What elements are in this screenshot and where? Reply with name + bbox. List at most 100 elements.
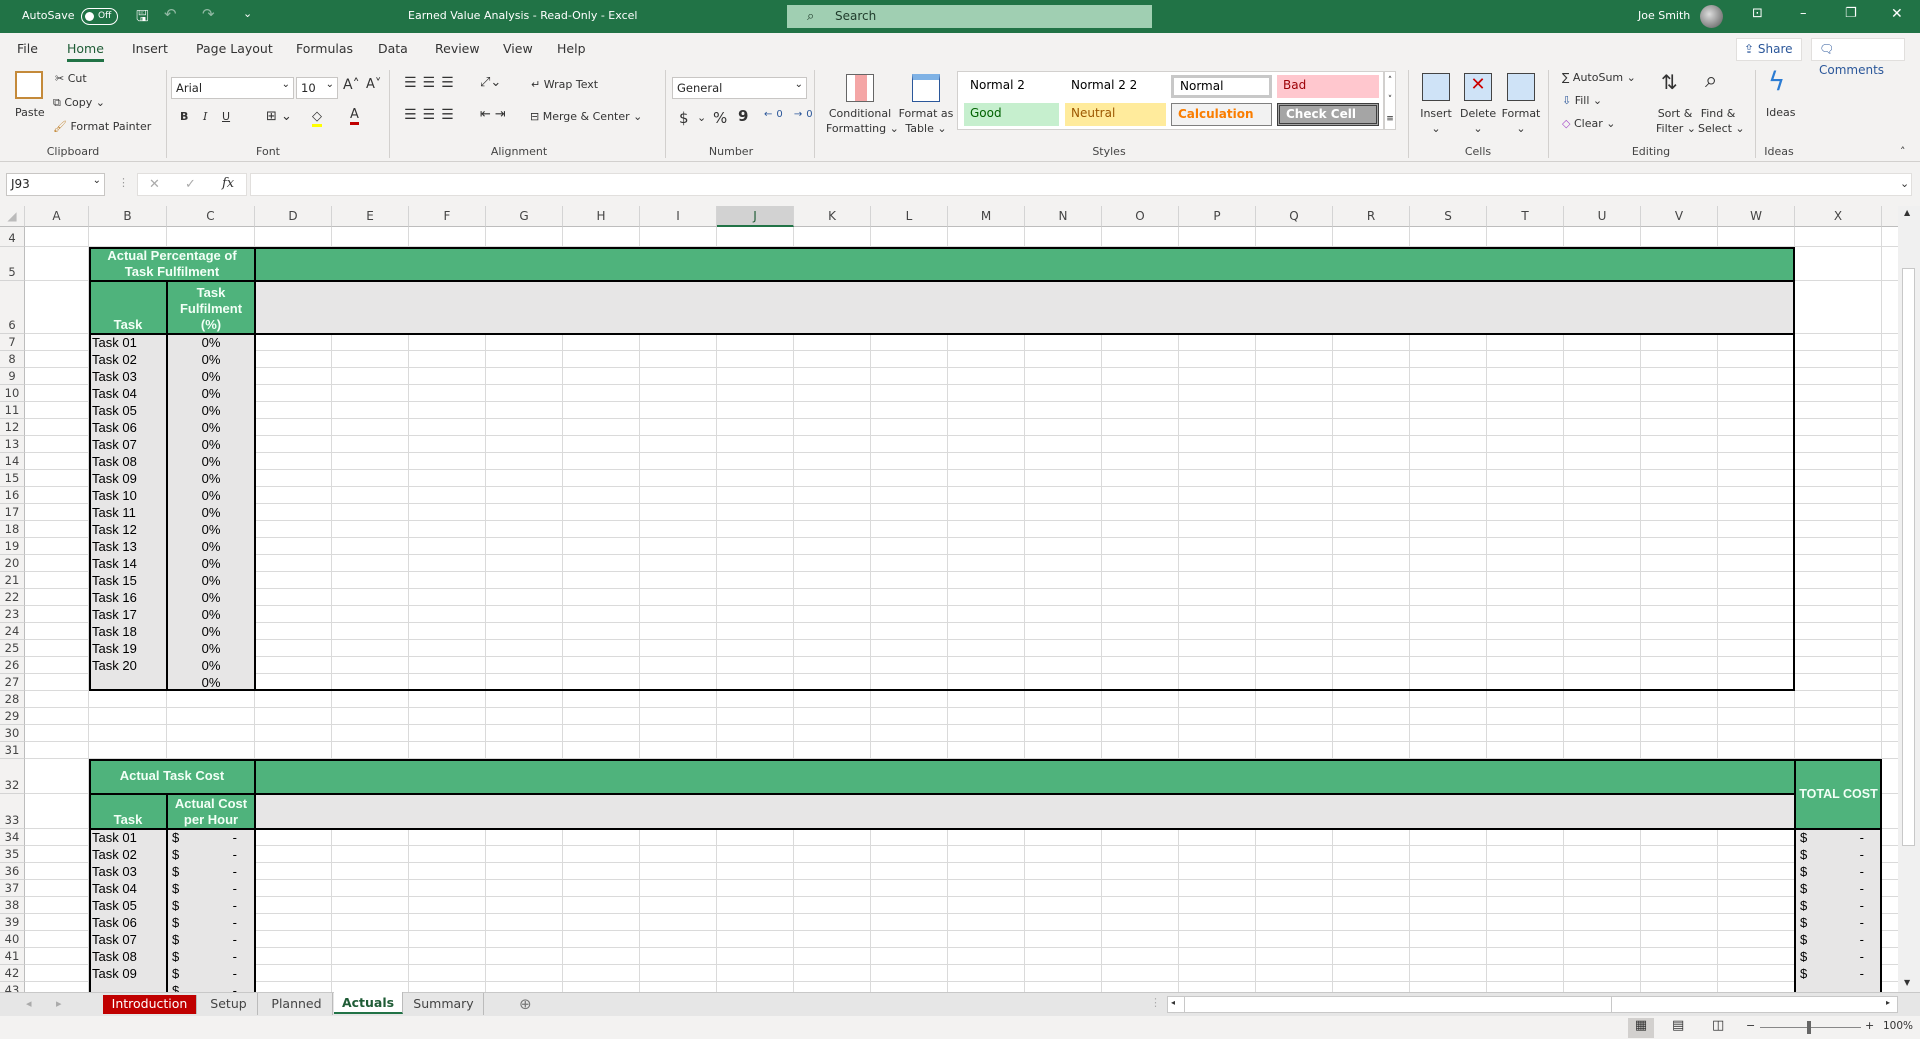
format-as-table-button[interactable]: Format as Table ⌄ [896,106,956,136]
task-name[interactable]: Task 07 [89,931,167,948]
total-cost-value[interactable]: $ - [1795,880,1882,897]
row-header-43[interactable]: 43 [0,982,25,992]
task-fulfilment-value[interactable]: 0% [167,606,255,623]
task-name[interactable]: Task 08 [89,948,167,965]
tab-file[interactable]: File [17,41,38,56]
total-cost-value[interactable]: $ - [1795,829,1882,846]
table1-header-band[interactable] [255,247,1795,281]
task-name[interactable]: Task 03 [89,368,167,385]
zoom-out-icon[interactable]: − [1746,1019,1755,1032]
task-fulfilment-value[interactable]: 0% [167,623,255,640]
row-header-16[interactable]: 16 [0,487,25,504]
row-header-22[interactable]: 22 [0,589,25,606]
vertical-scrollbar[interactable]: ▲ ▼ [1898,206,1920,992]
comma-button[interactable]: 9 [738,107,748,125]
column-header-j[interactable]: J [717,206,794,227]
scroll-down-icon[interactable]: ▼ [1904,978,1910,987]
style-good[interactable]: Good [964,103,1059,126]
tab-splitter[interactable]: ⋮ [1150,996,1161,1009]
total-cost-value[interactable]: $ - [1795,914,1882,931]
task-name[interactable] [89,674,167,691]
conditional-formatting-icon[interactable] [846,74,874,102]
minimize-icon[interactable]: – [1800,6,1807,21]
row-header-35[interactable]: 35 [0,846,25,863]
table2-header-band[interactable] [255,759,1795,794]
task-name[interactable] [89,982,167,992]
conditional-formatting-button[interactable]: Conditional Formatting ⌄ [826,106,899,136]
italic-button[interactable]: I [203,110,207,123]
row-header-14[interactable]: 14 [0,453,25,470]
scroll-right-icon[interactable]: ▸ [1886,998,1890,1007]
row-header-7[interactable]: 7 [0,334,25,351]
column-header-l[interactable]: L [871,206,948,227]
column-header-g[interactable]: G [486,206,563,227]
cut-button[interactable]: ✂ Cut [55,72,87,85]
task-fulfilment-value[interactable]: 0% [167,504,255,521]
undo-icon[interactable]: ↶ [164,5,177,23]
font-size-select[interactable]: 10 [296,75,338,99]
task-name[interactable]: Task 04 [89,385,167,402]
collapse-ribbon-icon[interactable]: ˄ [1900,145,1906,158]
restore-icon[interactable]: ❐ [1845,6,1857,21]
customize-toolbar-icon[interactable]: ⌄ [243,7,252,20]
task-name[interactable]: Task 06 [89,419,167,436]
next-sheet-icon[interactable]: ▸ [56,997,62,1010]
format-button[interactable]: Format ⌄ [1501,106,1541,136]
actual-cost-per-hour[interactable]: $ - [167,982,255,992]
close-icon[interactable]: ✕ [1891,6,1903,22]
fill-color-icon[interactable]: ◇ [312,109,322,127]
horizontal-scroll-thumb[interactable] [1184,997,1612,1012]
column-header-e[interactable]: E [332,206,409,227]
row-header-42[interactable]: 42 [0,965,25,982]
orientation-icon[interactable]: ⤢⌄ [480,75,501,90]
row-header-32[interactable]: 32 [0,759,25,794]
cancel-icon[interactable]: ✕ [149,177,160,192]
page-layout-view-icon[interactable]: ▤ [1672,1018,1684,1033]
row-header-41[interactable]: 41 [0,948,25,965]
task-name[interactable]: Task 01 [89,829,167,846]
task-name[interactable]: Task 14 [89,555,167,572]
table1-col-fulfilment[interactable]: Task Fulfilment (%) [167,281,255,334]
sort-filter-icon[interactable]: ⇅ [1661,70,1678,94]
row-header-4[interactable]: 4 [0,227,25,247]
table1-col-task[interactable]: Task [89,281,167,334]
table2-col-cost[interactable]: Actual Cost per Hour [167,794,255,829]
style-calculation[interactable]: Calculation [1171,103,1272,126]
row-header-17[interactable]: 17 [0,504,25,521]
lightning-icon[interactable]: ϟ [1768,67,1785,97]
task-name[interactable]: Task 12 [89,521,167,538]
task-fulfilment-value[interactable]: 0% [167,453,255,470]
task-name[interactable]: Task 18 [89,623,167,640]
row-header-34[interactable]: 34 [0,829,25,846]
column-header-y[interactable]: Y [1882,206,1898,227]
actual-cost-per-hour[interactable]: $ - [167,931,255,948]
style-neutral[interactable]: Neutral [1065,103,1166,126]
row-header-38[interactable]: 38 [0,897,25,914]
row-header-29[interactable]: 29 [0,708,25,725]
style-check-cell[interactable]: Check Cell [1277,103,1379,126]
add-sheet-icon[interactable]: ⊕ [519,995,532,1013]
tab-review[interactable]: Review [435,41,480,56]
borders-icon[interactable]: ⊞ ⌄ [266,109,292,124]
table1-title[interactable]: Actual Percentage of Task Fulfilment [89,247,255,281]
style-bad[interactable]: Bad [1277,75,1379,98]
ideas-button[interactable]: Ideas [1766,106,1795,119]
task-fulfilment-value[interactable]: 0% [167,351,255,368]
delete-button[interactable]: Delete ⌄ [1460,106,1496,136]
insert-cells-icon[interactable] [1422,73,1450,101]
table2-subheader-band[interactable] [255,794,1795,829]
task-name[interactable]: Task 07 [89,436,167,453]
increase-font-icon[interactable]: A˄ [343,77,360,93]
bold-button[interactable]: B [180,110,188,123]
table2-col-task[interactable]: Task [89,794,167,829]
insert-function-icon[interactable]: fx [222,176,234,191]
underline-button[interactable]: U [222,110,230,123]
task-fulfilment-value[interactable]: 0% [167,555,255,572]
decrease-font-icon[interactable]: A˅ [366,77,381,92]
row-header-39[interactable]: 39 [0,914,25,931]
row-header-18[interactable]: 18 [0,521,25,538]
style-normal-2[interactable]: Normal 2 [964,75,1059,98]
column-header-m[interactable]: M [948,206,1025,227]
save-icon[interactable]: 🖫 [136,6,149,31]
fill-button[interactable]: ⇩ Fill ⌄ [1562,94,1602,107]
